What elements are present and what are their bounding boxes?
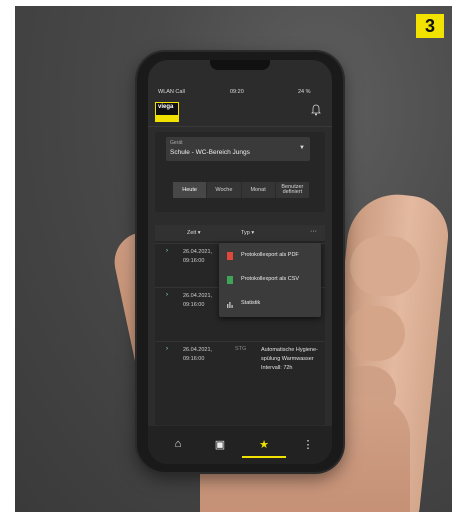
dropdown-caret-icon: ▼: [299, 145, 305, 151]
period-tab-today[interactable]: Heute: [173, 182, 207, 198]
period-tab-month[interactable]: Monat: [240, 182, 275, 198]
bell-icon[interactable]: [311, 104, 321, 116]
row-time: 09:16:00: [183, 258, 205, 264]
row-date: 26.04.2021,: [183, 249, 213, 255]
row-date: 26.04.2021,: [183, 293, 213, 299]
chevron-right-icon: ›: [166, 248, 168, 254]
chevron-right-icon: ›: [166, 346, 168, 352]
logo-bar: [156, 115, 178, 121]
more-options-icon[interactable]: ···: [310, 228, 317, 235]
menu-item-label: Protokollexport als PDF: [241, 252, 299, 258]
finger: [350, 236, 420, 296]
logo-text: viega: [158, 104, 174, 110]
phone-screen: WLAN Call 09:20 24 % viega Gerät Schule …: [148, 60, 332, 464]
figure-frame: 3 WLAN Call 09:20 24 % viega Gerät Schul…: [0, 0, 456, 512]
column-type[interactable]: Typ ▾: [241, 230, 254, 236]
row-time: 09:16:00: [183, 356, 205, 362]
column-type-label: Typ: [241, 230, 250, 236]
step-number-badge: 3: [416, 14, 444, 38]
bottom-tab-bar: ⌂ ▣ ★ ⋮: [148, 426, 332, 464]
row-datetime: 26.04.2021, 09:16:00: [183, 292, 212, 310]
row-date: 26.04.2021,: [183, 347, 213, 353]
period-tab-week[interactable]: Woche: [206, 182, 240, 198]
menu-item-export-pdf[interactable]: Protokollexport als PDF: [219, 245, 321, 267]
export-dropdown-menu: Protokollexport als PDF Protokollexport …: [219, 243, 321, 317]
menu-item-label: Statistik: [241, 300, 261, 306]
menu-item-statistics[interactable]: Statistik: [219, 293, 321, 315]
menu-item-export-csv[interactable]: Protokollexport als CSV: [219, 269, 321, 291]
phone-notch: [210, 60, 270, 70]
status-battery: 24 %: [298, 89, 311, 95]
row-description: Automatische Hygiene-spülung Warmwasser …: [261, 347, 318, 371]
gallery-icon[interactable]: ▣: [208, 434, 232, 454]
row-type: STG: [235, 346, 247, 352]
finger: [345, 306, 405, 361]
column-time-label: Zeit: [187, 230, 197, 236]
row-datetime: 26.04.2021, 09:16:00: [183, 346, 212, 364]
pdf-file-icon: [227, 252, 233, 260]
device-field-label: Gerät: [170, 140, 183, 146]
period-tab-custom[interactable]: Benutzer definiert: [274, 182, 309, 198]
row-datetime: 26.04.2021, 09:16:00: [183, 248, 212, 266]
header-divider: [148, 126, 332, 127]
bar-chart-icon: [227, 302, 233, 308]
active-tab-indicator: [242, 456, 286, 458]
star-icon[interactable]: ★: [252, 434, 276, 454]
device-field-value: Schule - WC-Bereich Jungs: [170, 149, 250, 156]
menu-item-label: Protokollexport als CSV: [241, 276, 300, 282]
status-carrier: WLAN Call: [158, 89, 185, 95]
table-row[interactable]: › 26.04.2021, 09:16:00 STG Automatische H…: [155, 341, 325, 384]
chevron-right-icon: ›: [166, 292, 168, 298]
period-segmented-control: Heute Woche Monat Benutzer definiert: [173, 182, 309, 198]
viega-logo: viega: [155, 102, 179, 122]
row-time: 09:16:00: [183, 302, 205, 308]
csv-file-icon: [227, 276, 233, 284]
status-time: 09:20: [230, 89, 244, 95]
device-select[interactable]: Gerät Schule - WC-Bereich Jungs ▼: [166, 137, 310, 161]
column-time[interactable]: Zeit ▾: [187, 230, 200, 236]
list-header: Zeit ▾ Typ ▾ ···: [155, 225, 325, 241]
more-icon[interactable]: ⋮: [296, 434, 320, 454]
home-icon[interactable]: ⌂: [166, 434, 190, 454]
